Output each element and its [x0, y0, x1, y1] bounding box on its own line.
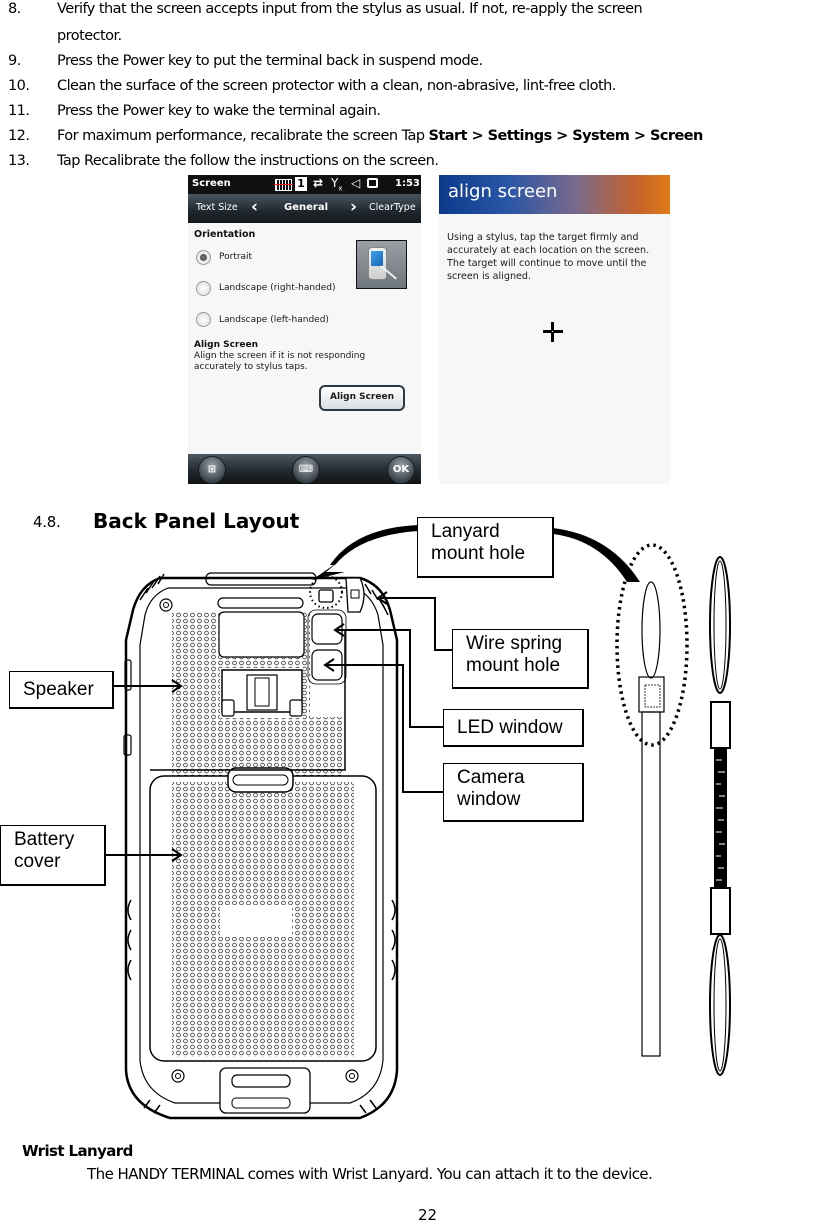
callout-text: Speaker	[23, 679, 94, 700]
page-number: 22	[418, 1206, 438, 1224]
callout-text: mount hole	[466, 655, 561, 676]
device-back-drawing	[123, 572, 399, 1120]
wrist-lanyard-text: The HANDY TERMINAL comes with Wrist Lany…	[87, 1165, 653, 1183]
callout-text: LED window	[457, 717, 563, 738]
wrist-lanyard-heading: Wrist Lanyard	[22, 1142, 133, 1160]
back-panel-diagram	[105, 525, 731, 1120]
callout-led-window: LED window	[443, 709, 584, 747]
callout-text: Lanyard	[431, 521, 500, 542]
callout-text: Camera	[457, 767, 525, 788]
callout-speaker: Speaker	[9, 671, 114, 709]
callout-battery-cover: Battery cover	[0, 825, 106, 886]
wrist-lanyard-drawing	[615, 543, 731, 1076]
callout-text: cover	[14, 851, 61, 872]
callout-text: Wire spring	[466, 633, 563, 654]
callout-wire-spring-mount-hole: Wire spring mount hole	[452, 629, 589, 689]
callout-lanyard-mount-hole: Lanyard mount hole	[417, 517, 554, 578]
callout-camera-window: Camera window	[443, 763, 584, 822]
callout-text: window	[457, 789, 521, 810]
callout-text: Battery	[14, 829, 75, 850]
callout-text: mount hole	[431, 543, 526, 564]
